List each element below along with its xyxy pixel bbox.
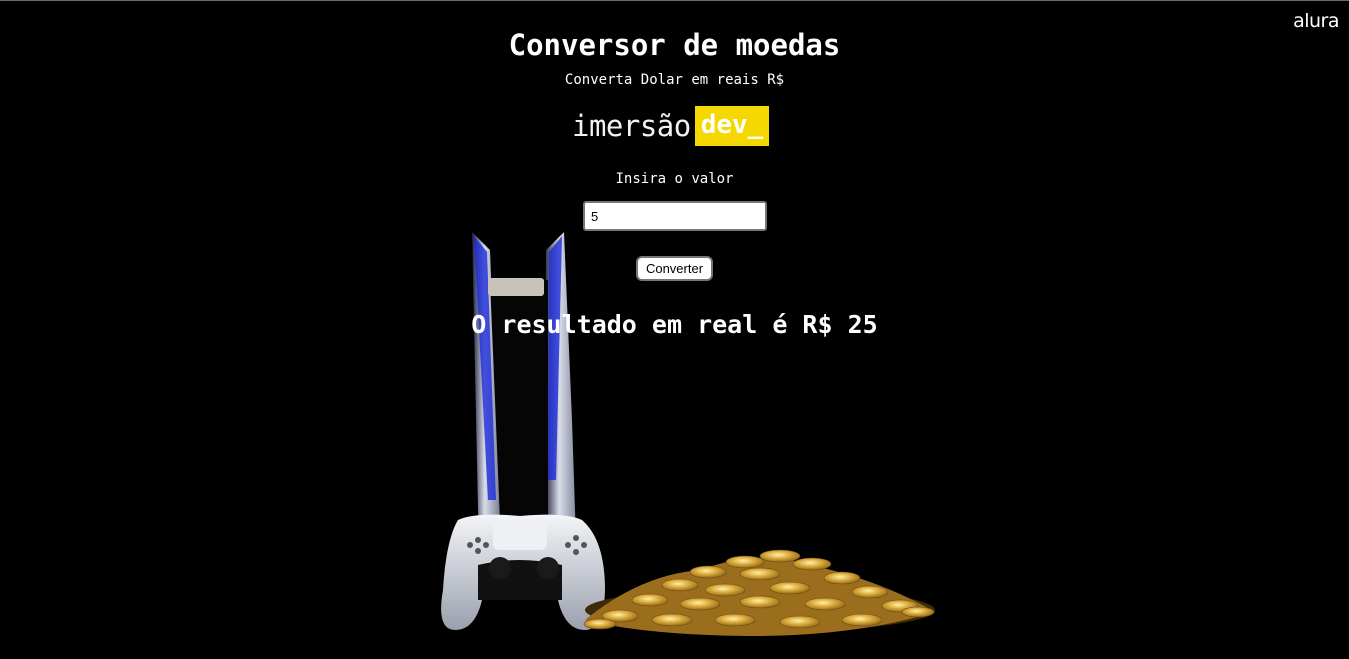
gold-coins-icon	[583, 549, 935, 636]
result-text: O resultado em real é R$ 25	[471, 310, 878, 339]
page-subtitle: Converta Dolar em reais R$	[564, 72, 785, 88]
page-title: Conversor de moedas	[508, 28, 841, 62]
convert-button[interactable]: Converter	[636, 256, 713, 281]
value-label: Insira o valor	[615, 171, 734, 187]
controller-icon	[441, 514, 605, 630]
imersao-logo-text: imersão	[572, 109, 691, 143]
dev-logo-badge: dev_	[694, 106, 770, 146]
imersao-dev-logo: imersão dev_	[572, 106, 770, 146]
value-input[interactable]	[583, 201, 767, 231]
